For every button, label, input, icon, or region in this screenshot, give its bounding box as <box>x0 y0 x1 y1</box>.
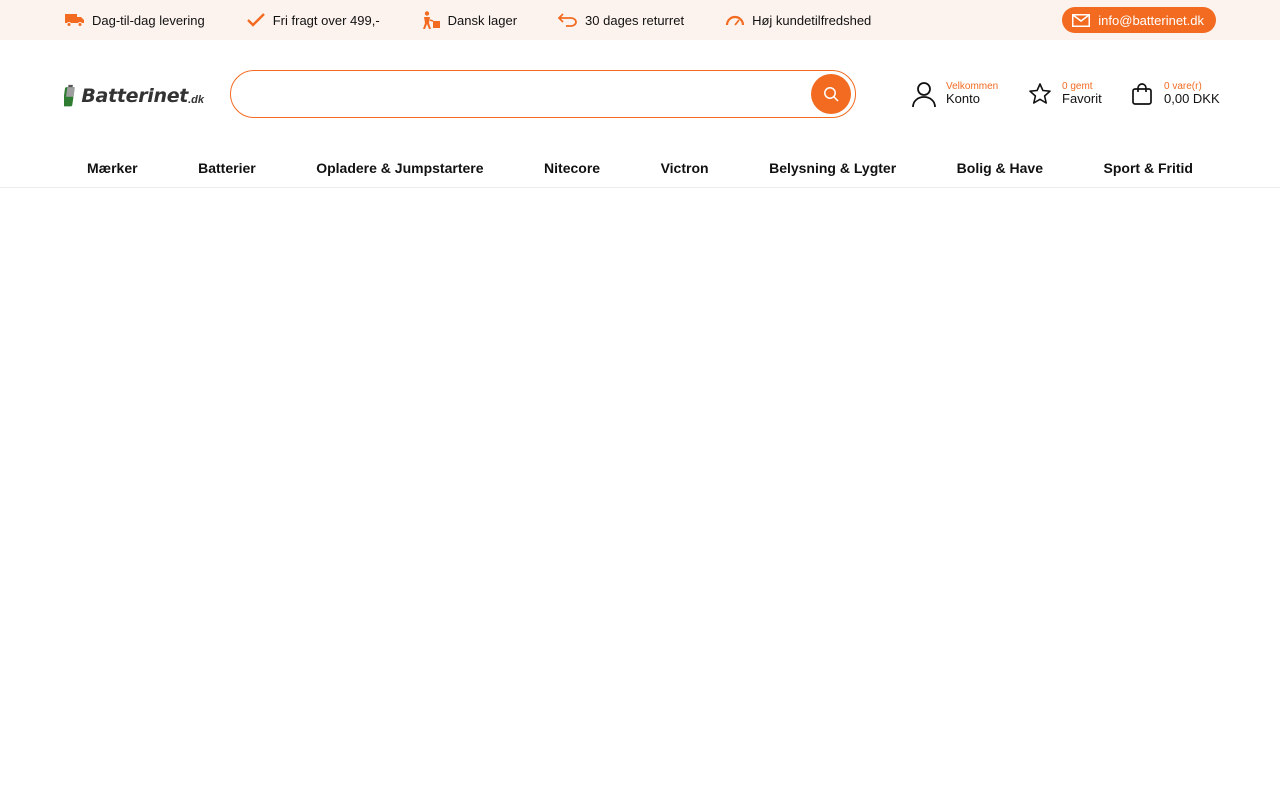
logo-text: Batterinet <box>81 85 189 107</box>
favorites-link[interactable]: 0 gemt Favorit <box>1026 80 1102 108</box>
nav-item-bolig-have[interactable]: Bolig & Have <box>957 160 1043 176</box>
shopping-bag-icon <box>1128 80 1156 108</box>
usp-item-danish-warehouse: Dansk lager <box>420 11 517 29</box>
nav-item-sport-fritid[interactable]: Sport & Fritid <box>1104 160 1193 176</box>
checkmark-icon <box>245 11 267 29</box>
truck-icon <box>64 11 86 29</box>
nav-item-opladere[interactable]: Opladere & Jumpstartere <box>316 160 483 176</box>
usp-item-delivery: Dag-til-dag levering <box>64 11 205 29</box>
gauge-icon <box>724 11 746 29</box>
usp-item-free-shipping: Fri fragt over 499,- <box>245 11 380 29</box>
logo-tld: .dk <box>188 94 204 106</box>
search-bar <box>230 70 856 118</box>
nav-item-nitecore[interactable]: Nitecore <box>544 160 600 176</box>
email-label: info@batterinet.dk <box>1098 12 1204 28</box>
mail-icon <box>1072 13 1091 27</box>
cart-link[interactable]: 0 vare(r) 0,00 DKK <box>1128 80 1220 108</box>
user-icon <box>910 80 938 108</box>
favorites-label: Favorit <box>1062 91 1102 107</box>
site-header: Batterinet .dk Velkommen Konto 0 gemt Fa… <box>0 40 1280 148</box>
search-icon <box>824 87 839 102</box>
usp-label: 30 dages returret <box>585 12 685 28</box>
usp-label: Høj kundetilfredshed <box>752 12 872 28</box>
search-button[interactable] <box>811 74 851 114</box>
nav-item-maerker[interactable]: Mærker <box>87 160 138 176</box>
usp-item-satisfaction: Høj kundetilfredshed <box>724 11 871 29</box>
account-link[interactable]: Velkommen Konto <box>910 80 998 108</box>
account-label: Konto <box>946 91 980 107</box>
usp-label: Fri fragt over 499,- <box>272 12 380 28</box>
nav-item-victron[interactable]: Victron <box>661 160 709 176</box>
nav-item-batterier[interactable]: Batterier <box>198 160 256 176</box>
usp-bar: Dag-til-dag levering Fri fragt over 499,… <box>0 0 1280 40</box>
usp-item-returns: 30 dages returret <box>557 11 684 29</box>
return-arrow-icon <box>557 11 579 29</box>
battery-logo-icon <box>64 84 75 107</box>
email-link[interactable]: info@batterinet.dk <box>1062 7 1216 33</box>
main-nav: Mærker Batterier Opladere & Jumpstartere… <box>0 148 1280 188</box>
site-logo[interactable]: Batterinet .dk <box>64 78 204 114</box>
warehouse-worker-icon <box>420 11 442 29</box>
search-input[interactable] <box>247 79 807 109</box>
star-icon <box>1026 80 1054 108</box>
usp-label: Dag-til-dag levering <box>92 12 205 28</box>
cart-total: 0,00 DKK <box>1164 91 1220 107</box>
usp-label: Dansk lager <box>447 12 518 28</box>
nav-item-belysning[interactable]: Belysning & Lygter <box>769 160 896 176</box>
